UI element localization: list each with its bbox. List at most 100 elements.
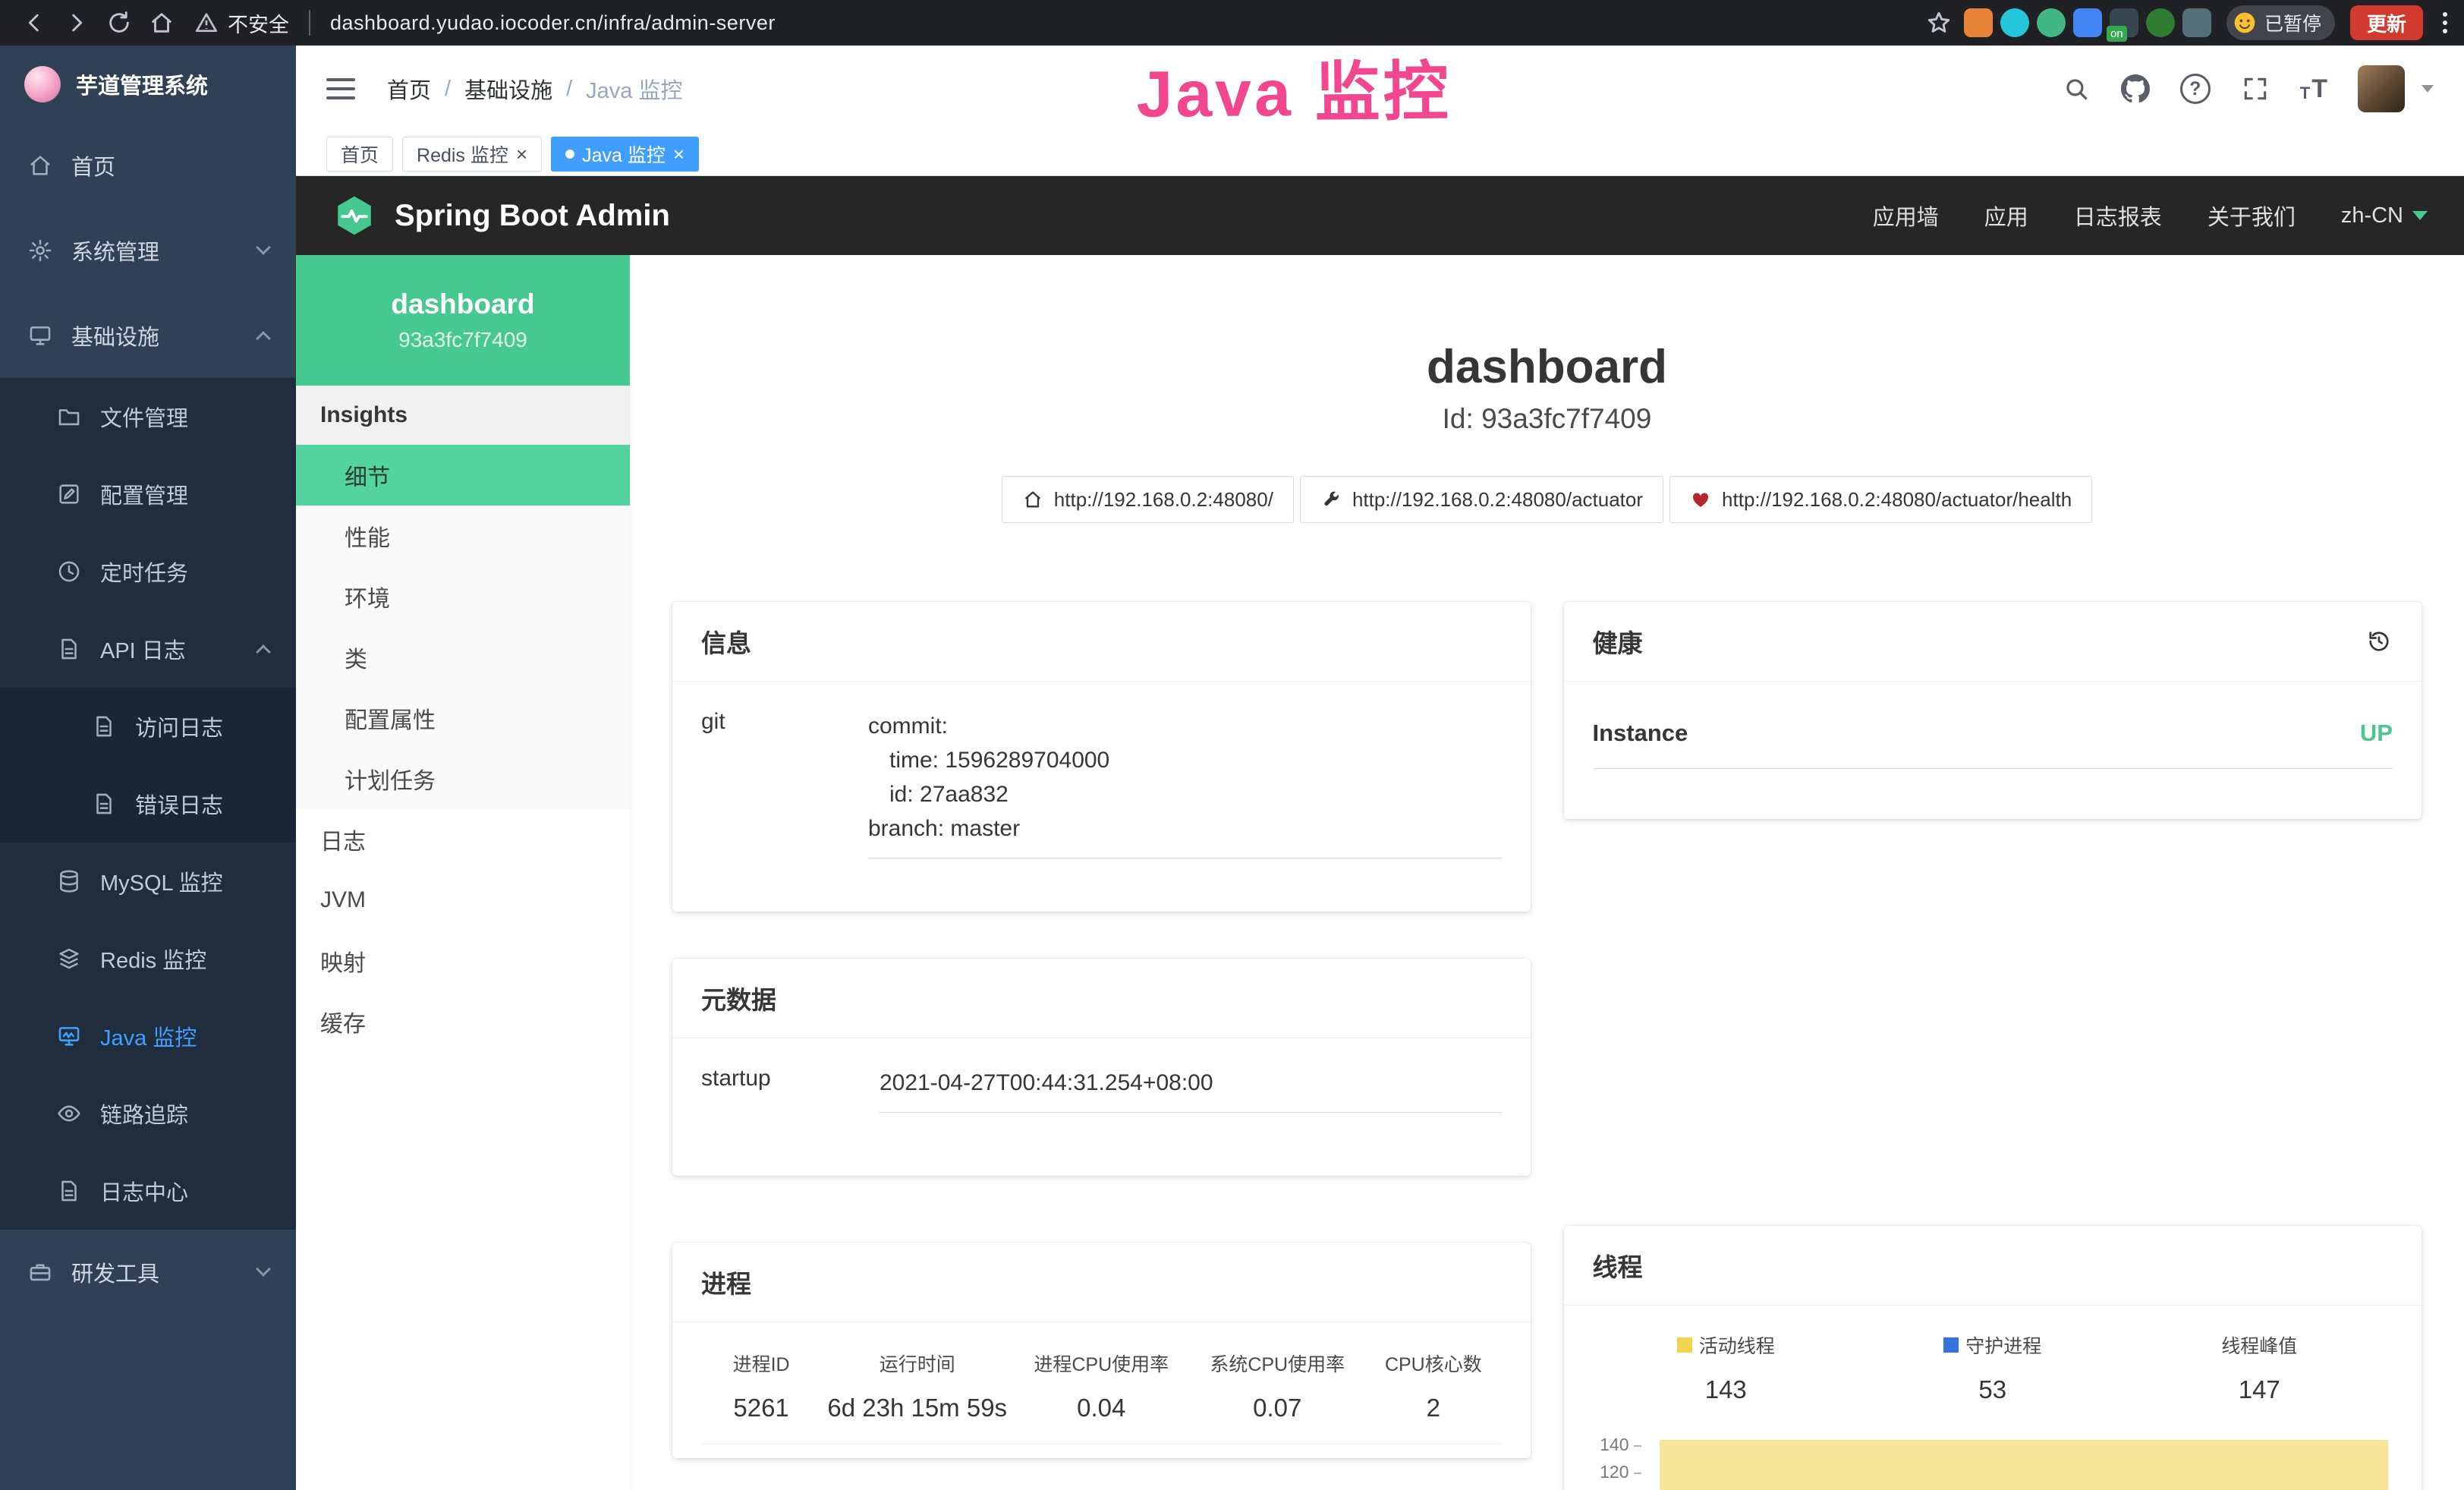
process-card-title: 进程: [701, 1264, 751, 1300]
breadcrumb-infra[interactable]: 基础设施: [464, 73, 552, 105]
github-icon[interactable]: [2121, 74, 2150, 103]
extension-icon-2[interactable]: [2000, 8, 2029, 37]
health-link[interactable]: http://192.168.0.2:48080/actuator/health: [1669, 476, 2092, 523]
sba-item-environment[interactable]: 环境: [296, 566, 630, 627]
sba-item-logs[interactable]: 日志: [296, 809, 630, 870]
java-monitor-icon: [56, 1023, 82, 1049]
sba-item-details[interactable]: 细节: [296, 445, 630, 506]
sidebar-item-error-logs[interactable]: 错误日志: [0, 765, 296, 843]
gear-icon: [27, 238, 53, 263]
monitor-icon: [27, 323, 53, 348]
browser-toolbar: 不安全 dashboard.yudao.iocoder.cn/infra/adm…: [0, 0, 2464, 46]
history-icon[interactable]: [2365, 628, 2393, 655]
process-stats: 进程ID 5261 运行时间 6d 23h 15m 59s 进程CPU使用率: [701, 1350, 1502, 1444]
back-icon[interactable]: [17, 5, 52, 40]
sba-item-jvm[interactable]: JVM: [296, 870, 630, 931]
forward-icon[interactable]: [59, 5, 94, 40]
sba-section-insights: Insights: [296, 386, 630, 445]
chevron-down-icon: [256, 1262, 271, 1277]
sba-nav-journal[interactable]: 日志报表: [2074, 200, 2162, 232]
sba-item-performance[interactable]: 性能: [296, 506, 630, 566]
tab-redis-monitor[interactable]: Redis 监控×: [402, 137, 542, 172]
stat-pid: 进程ID 5261: [701, 1350, 821, 1422]
actuator-link[interactable]: http://192.168.0.2:48080/actuator: [1300, 476, 1663, 523]
close-icon[interactable]: ×: [673, 144, 684, 164]
update-button[interactable]: 更新: [2350, 5, 2423, 40]
folder-icon: [56, 404, 82, 430]
sidebar-item-redis-monitor[interactable]: Redis 监控: [0, 920, 296, 997]
sidebar-item-access-logs[interactable]: 访问日志: [0, 688, 296, 765]
sba-item-classes[interactable]: 类: [296, 627, 630, 688]
warning-icon: [194, 11, 219, 35]
base-url-link[interactable]: http://192.168.0.2:48080/: [1002, 476, 1294, 523]
security-label: 不安全: [228, 8, 289, 38]
tab-java-monitor[interactable]: Java 监控×: [551, 137, 699, 172]
sba-item-scheduled-tasks[interactable]: 计划任务: [296, 748, 630, 809]
sba-item-config-props[interactable]: 配置属性: [296, 688, 630, 748]
sba-item-mappings[interactable]: 映射: [296, 931, 630, 991]
document-icon: [91, 713, 117, 739]
close-icon[interactable]: ×: [516, 144, 527, 164]
extension-icon-3[interactable]: [2037, 8, 2066, 37]
sba-item-caches[interactable]: 缓存: [296, 991, 630, 1052]
extension-icon-7[interactable]: [2182, 8, 2211, 37]
legend-peak-threads: 线程峰值 147: [2126, 1331, 2393, 1404]
sidebar-item-trace[interactable]: 链路追踪: [0, 1075, 296, 1152]
sidebar-item-log-center[interactable]: 日志中心: [0, 1152, 296, 1230]
clock-icon: [56, 559, 82, 584]
search-icon[interactable]: [2062, 74, 2091, 103]
header-icons: ? TT: [2062, 65, 2434, 112]
browser-menu-icon[interactable]: [2443, 12, 2447, 33]
breadcrumb: 首页 / 基础设施 / Java 监控: [387, 73, 682, 105]
chevron-down-icon: [256, 240, 271, 255]
extension-icon-1[interactable]: [1964, 8, 1993, 37]
sidebar-item-mysql-monitor[interactable]: MySQL 监控: [0, 843, 296, 920]
font-size-icon[interactable]: TT: [2300, 76, 2327, 102]
tab-home[interactable]: 首页: [326, 137, 393, 172]
sidebar-item-dev-tools[interactable]: 研发工具: [0, 1230, 296, 1315]
user-avatar[interactable]: [2358, 65, 2405, 112]
extension-icon-4[interactable]: [2073, 8, 2102, 37]
sba-content: dashboard Id: 93a3fc7f7409 http://192.16…: [630, 255, 2464, 1490]
chevron-down-icon: [2412, 211, 2428, 220]
extension-icon-6[interactable]: [2146, 8, 2175, 37]
fullscreen-icon[interactable]: [2241, 74, 2270, 103]
avatar-caret-icon[interactable]: [2422, 85, 2434, 93]
sba-nav-wallboard[interactable]: 应用墙: [1873, 200, 1939, 232]
sba-nav-about[interactable]: 关于我们: [2208, 200, 2296, 232]
app-logo[interactable]: 芋道管理系统: [0, 46, 296, 123]
breadcrumb-home[interactable]: 首页: [387, 73, 431, 105]
metadata-card-title: 元数据: [701, 980, 776, 1016]
help-icon[interactable]: ?: [2180, 74, 2211, 104]
home-icon[interactable]: [144, 5, 179, 40]
sidebar-item-system[interactable]: 系统管理: [0, 208, 296, 293]
sidebar-item-api-logs[interactable]: API 日志: [0, 610, 296, 688]
bookmark-star-icon[interactable]: [1921, 5, 1956, 40]
sba-nav-applications[interactable]: 应用: [1984, 200, 2028, 232]
toolbar-divider: [309, 10, 310, 36]
instance-id: 93a3fc7f7409: [398, 328, 527, 352]
sidebar-item-infrastructure[interactable]: 基础设施: [0, 293, 296, 378]
sidebar-item-java-monitor[interactable]: Java 监控: [0, 997, 296, 1075]
info-key: git: [701, 709, 868, 858]
sidebar-item-config-management[interactable]: 配置管理: [0, 455, 296, 533]
heart-icon: [1690, 489, 1711, 510]
hamburger-icon[interactable]: [326, 78, 355, 99]
refresh-icon[interactable]: [102, 5, 137, 40]
database-icon: [56, 868, 82, 894]
instance-name: dashboard: [391, 288, 534, 320]
sba-brand[interactable]: Spring Boot Admin: [332, 194, 670, 238]
security-indicator[interactable]: 不安全: [194, 8, 289, 38]
layers-icon: [56, 946, 82, 972]
extension-icon-5[interactable]: on: [2110, 8, 2138, 37]
legend-swatch-blue: [1943, 1337, 1959, 1353]
sidebar-item-scheduled-jobs[interactable]: 定时任务: [0, 533, 296, 610]
sidebar-item-home[interactable]: 首页: [0, 123, 296, 208]
threads-legend: 活动线程 143 守护进程 53 线程峰值 14: [1593, 1328, 2393, 1404]
sba-locale-select[interactable]: zh-CN: [2341, 203, 2428, 228]
document-icon: [56, 1178, 82, 1204]
sidebar-item-file-management[interactable]: 文件管理: [0, 378, 296, 455]
profile-paused-badge[interactable]: 已暂停: [2226, 5, 2335, 40]
address-bar[interactable]: dashboard.yudao.iocoder.cn/infra/admin-s…: [330, 11, 776, 35]
sba-logo-icon: [332, 194, 376, 238]
